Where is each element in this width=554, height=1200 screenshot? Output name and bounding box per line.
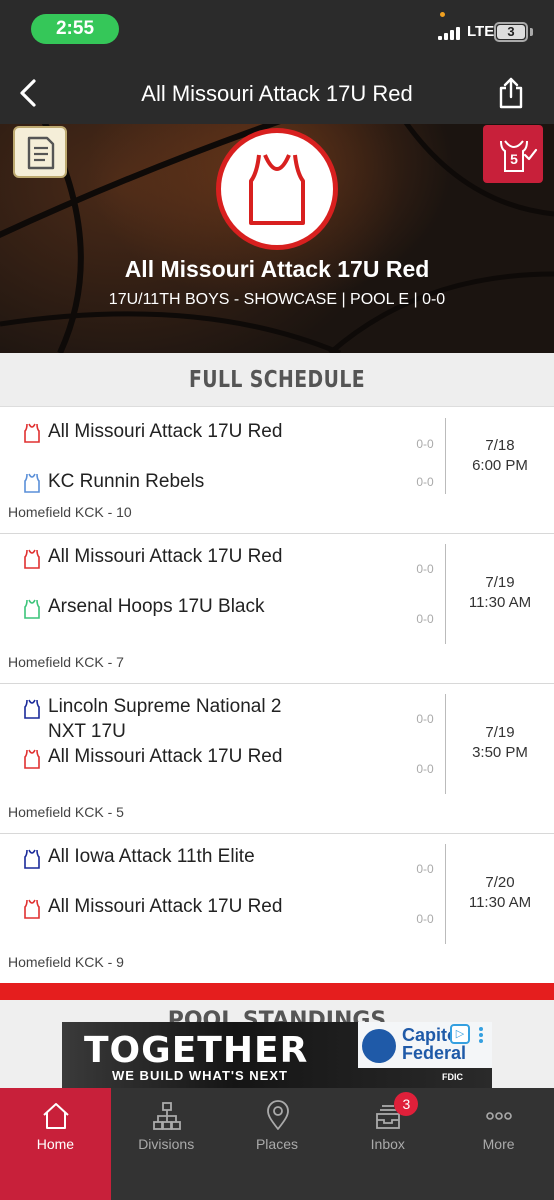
- jersey-icon: [24, 423, 40, 443]
- tab-label: Places: [255, 1136, 298, 1152]
- ad-banner[interactable]: TOGETHER WE BUILD WHAT'S NEXT Capitol Fe…: [62, 1022, 492, 1088]
- tab-home[interactable]: Home: [0, 1088, 111, 1200]
- ad-headline: TOGETHER: [84, 1030, 309, 1071]
- notes-button[interactable]: [13, 126, 67, 178]
- home-icon: [43, 1103, 69, 1129]
- tab-label: Divisions: [138, 1136, 195, 1152]
- team2-score: 0-0: [416, 762, 434, 776]
- game-time: 11:30 AM: [468, 594, 532, 611]
- team1-score: 0-0: [416, 862, 434, 876]
- tab-bar: Home Divisions Places 3 Inbox More: [0, 1088, 554, 1200]
- team-division: 17U/11TH BOYS - SHOWCASE | POOL E | 0-0: [108, 291, 446, 308]
- team1-score: 0-0: [416, 437, 434, 451]
- team1-score: 0-0: [416, 712, 434, 726]
- back-button[interactable]: [14, 77, 44, 109]
- team2-score: 0-0: [416, 612, 434, 626]
- status-bar: 2:55 LTE 3: [0, 0, 554, 62]
- places-icon: [266, 1100, 289, 1130]
- signal-icon: [438, 26, 464, 40]
- game-venue: Homefield KCK - 7: [8, 654, 124, 670]
- ad-info-icon[interactable]: ▷: [450, 1024, 470, 1044]
- divider: [445, 418, 446, 494]
- team1-name: Lincoln Supreme National 2 NXT 17U: [48, 696, 282, 742]
- team2-score: 0-0: [416, 912, 434, 926]
- game-time: 11:30 AM: [468, 894, 532, 911]
- game-date: 7/19: [485, 574, 515, 591]
- tab-more[interactable]: More: [443, 1088, 554, 1200]
- checkin-count: 5: [510, 151, 518, 167]
- schedule-heading: FULL SCHEDULE: [0, 353, 554, 407]
- game-venue: Homefield KCK - 9: [8, 954, 124, 970]
- team2-name: KC Runnin Rebels: [48, 471, 205, 492]
- jersey-icon: [24, 849, 40, 869]
- inbox-badge: 3: [394, 1092, 419, 1116]
- jersey-icon: [24, 899, 40, 919]
- jersey-icon: [24, 599, 40, 619]
- team1-name: All Iowa Attack 11th Elite: [48, 846, 255, 867]
- divisions-icon: [152, 1102, 181, 1130]
- team2-name: Arsenal Hoops 17U Black: [48, 596, 265, 617]
- share-icon: [499, 77, 523, 109]
- ad-more-icon[interactable]: [472, 1025, 490, 1045]
- game-time: 6:00 PM: [472, 457, 528, 474]
- team2-name: All Missouri Attack 17U Red: [48, 896, 283, 917]
- jersey-icon: [24, 549, 40, 569]
- team2-score: 0-0: [416, 475, 434, 489]
- network-type: LTE: [467, 23, 495, 40]
- tab-label: More: [482, 1136, 515, 1152]
- team1-name: All Missouri Attack 17U Red: [48, 546, 283, 567]
- tab-label: Inbox: [370, 1136, 405, 1152]
- game-date: 7/20: [485, 874, 515, 891]
- game-card[interactable]: All Missouri Attack 17U Red 0-0 Arsenal …: [0, 534, 554, 684]
- notes-icon: [27, 136, 55, 170]
- section-divider: [0, 983, 554, 1000]
- team1-name: All Missouri Attack 17U Red: [48, 421, 283, 442]
- more-icon: [486, 1112, 512, 1120]
- game-card[interactable]: All Missouri Attack 17U Red 0-0 KC Runni…: [0, 408, 554, 534]
- status-time: 2:55: [31, 14, 119, 44]
- share-button[interactable]: [496, 76, 526, 110]
- battery-level: 3: [497, 25, 525, 39]
- battery-cap: [530, 28, 533, 36]
- nav-header: All Missouri Attack 17U Red: [0, 62, 554, 124]
- team2-name: All Missouri Attack 17U Red: [48, 746, 283, 767]
- jersey-icon: [249, 154, 305, 225]
- jersey-icon: [24, 473, 40, 493]
- game-date: 7/18: [485, 437, 515, 454]
- battery-icon: 3: [494, 22, 528, 42]
- team-logo: [216, 128, 338, 250]
- team-hero: 5 All Missouri Attack 17U Red 17U/11TH B…: [0, 124, 554, 353]
- game-card[interactable]: Lincoln Supreme National 2 NXT 17U 0-0 A…: [0, 684, 554, 834]
- chevron-left-icon: [20, 79, 36, 107]
- game-card[interactable]: All Iowa Attack 11th Elite 0-0 All Misso…: [0, 834, 554, 983]
- ad-fdic: FDIC: [442, 1072, 463, 1082]
- tab-label: Home: [36, 1136, 75, 1152]
- jersey-icon: [24, 699, 40, 719]
- game-date: 7/19: [485, 724, 515, 741]
- tab-inbox[interactable]: 3 Inbox: [332, 1088, 443, 1200]
- ad-tagline: WE BUILD WHAT'S NEXT: [112, 1068, 288, 1083]
- tab-divisions[interactable]: Divisions: [111, 1088, 222, 1200]
- checkin-button[interactable]: 5: [483, 125, 543, 183]
- team-name: All Missouri Attack 17U Red: [124, 256, 430, 282]
- jersey-icon: [24, 749, 40, 769]
- capitol-federal-logo: [362, 1029, 396, 1063]
- team1-score: 0-0: [416, 562, 434, 576]
- game-time: 3:50 PM: [472, 744, 528, 761]
- game-venue: Homefield KCK - 10: [8, 504, 132, 520]
- page-title: All Missouri Attack 17U Red: [141, 81, 413, 106]
- game-venue: Homefield KCK - 5: [8, 804, 124, 820]
- tab-places[interactable]: Places: [222, 1088, 333, 1200]
- location-indicator-icon: [440, 12, 445, 17]
- schedule-heading-label: FULL SCHEDULE: [188, 367, 366, 393]
